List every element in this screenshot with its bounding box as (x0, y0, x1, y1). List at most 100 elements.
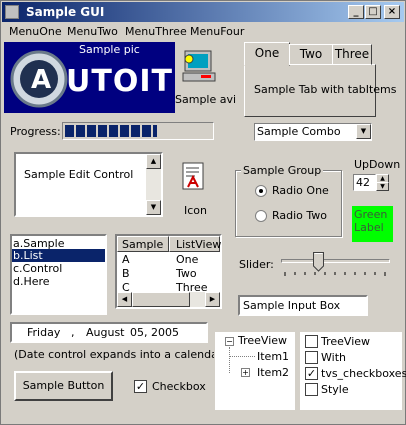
listview-scroll-thumb[interactable] (132, 292, 190, 307)
radio-two-label[interactable]: Radio Two (272, 209, 327, 222)
listview-scroll-right[interactable]: ▶ (205, 292, 220, 307)
date-control[interactable]: Friday , August 05, 2005 (10, 322, 208, 343)
green-label: Green Label (352, 206, 393, 242)
menu-two[interactable]: MenuTwo (67, 25, 118, 38)
combo-value: Sample Combo (257, 125, 341, 138)
listview-cell[interactable]: One (176, 253, 198, 266)
autoit-logo-text: UTOIT (66, 64, 173, 99)
tab-two-label: Two (299, 47, 323, 61)
checkbox-label[interactable]: Checkbox (152, 380, 206, 393)
listview-cell[interactable]: B (122, 267, 130, 280)
tree-checkbox-label[interactable]: With (321, 351, 346, 364)
radio-one-label[interactable]: Radio One (272, 184, 329, 197)
listview-hscrollbar[interactable]: ◀ ▶ (117, 292, 220, 307)
edit-scrollbar[interactable]: ▲ ▼ (146, 154, 161, 215)
window-title: Sample GUI (26, 5, 105, 19)
slider-thumb[interactable] (313, 252, 324, 272)
sample-list[interactable]: a.Sample b.List c.Control d.Here (10, 234, 107, 315)
updown-field[interactable]: 42 (353, 174, 376, 191)
checkbox-treeview[interactable]: TreeView With ✓ tvs_checkboxes Style (299, 331, 406, 411)
combo-dropdown-arrow[interactable]: ▼ (356, 124, 371, 139)
sample-input-box[interactable]: Sample Input Box (238, 295, 368, 316)
document-icon (182, 162, 204, 190)
edit-text: Sample Edit Control (24, 168, 134, 181)
date-month[interactable]: August (86, 326, 125, 339)
tab-three-label: Three (334, 47, 370, 61)
progress-fill (65, 125, 157, 137)
sample-listview[interactable]: Sample ListView A One B Two C Three ◀ ▶ (115, 234, 222, 309)
progress-bar (62, 122, 214, 140)
slider-track[interactable] (281, 259, 390, 263)
menu-bar: MenuOne MenuTwo MenuThree MenuFour (2, 23, 404, 41)
tab-panel: Sample Tab with tabItems (244, 64, 397, 117)
tab-one-label: One (254, 46, 280, 60)
sample-treeview[interactable]: − TreeView Item1 + Item2 (214, 331, 296, 411)
sample-button-label: Sample Button (22, 379, 105, 392)
tree-item[interactable]: Item1 (257, 350, 289, 363)
list-item[interactable]: d.Here (13, 275, 50, 288)
tab-two[interactable]: Two (289, 44, 333, 65)
menu-four[interactable]: MenuFour (190, 25, 244, 38)
slider-label: Slider: (239, 258, 274, 271)
date-note: (Date control expands into a calendar) (14, 348, 227, 361)
close-button[interactable]: × (384, 5, 400, 19)
listview-header-sample-label: Sample (122, 238, 164, 251)
input-value: Sample Input Box (243, 299, 341, 312)
autoit-logo-letter: A (31, 65, 52, 95)
sample-avi-label: Sample avi (175, 93, 237, 106)
listview-header-listview-label: ListView (176, 238, 222, 251)
tree-checkbox[interactable] (305, 351, 318, 364)
sample-edit-control[interactable]: Sample Edit Control ▲ ▼ (14, 152, 163, 217)
radio-two[interactable] (255, 210, 267, 222)
tree-checkbox[interactable] (305, 335, 318, 348)
computer-icon (182, 50, 216, 82)
icon-label: Icon (184, 204, 207, 217)
checkbox[interactable]: ✓ (134, 380, 147, 393)
tree-root[interactable]: TreeView (238, 334, 287, 347)
maximize-button[interactable]: □ (365, 5, 381, 19)
list-item[interactable]: c.Control (13, 262, 62, 275)
edit-scroll-down[interactable]: ▼ (146, 200, 161, 215)
tree-checkbox-label[interactable]: Style (321, 383, 349, 396)
sample-group (235, 170, 342, 237)
updown-down-arrow[interactable]: ▼ (376, 182, 389, 191)
menu-three[interactable]: MenuThree (125, 25, 187, 38)
listview-header-listview[interactable]: ListView (169, 236, 222, 252)
progress-label: Progress: (10, 125, 61, 138)
tab-one[interactable]: One (244, 42, 290, 66)
tree-checkbox-label[interactable]: tvs_checkboxes (321, 367, 406, 380)
tree-item[interactable]: Item2 (257, 366, 289, 379)
group-title: Sample Group (241, 164, 324, 177)
updown-label: UpDown (354, 158, 401, 171)
updown-spinner[interactable]: ▲ ▼ (376, 174, 389, 191)
tree-collapse-icon[interactable]: − (225, 337, 234, 346)
title-bar[interactable]: Sample GUI _ □ × (2, 2, 404, 22)
sample-combo[interactable]: Sample Combo ▼ (254, 123, 372, 141)
tree-line (230, 356, 255, 357)
tab-three[interactable]: Three (332, 44, 372, 65)
sample-pic: Sample pic A UTOIT (4, 42, 175, 113)
tree-expand-icon[interactable]: + (241, 368, 250, 377)
tab-content-text: Sample Tab with tabItems (254, 83, 397, 96)
tree-checkbox[interactable]: ✓ (305, 367, 318, 380)
slider-ticks (284, 272, 386, 276)
tree-checkbox[interactable] (305, 383, 318, 396)
radio-one[interactable] (255, 185, 267, 197)
edit-scroll-up[interactable]: ▲ (146, 154, 161, 169)
tree-checkbox-label[interactable]: TreeView (321, 335, 370, 348)
date-day[interactable]: Friday (27, 326, 60, 339)
date-value[interactable]: 05, 2005 (130, 326, 179, 339)
date-separator: , (71, 326, 75, 339)
listview-cell[interactable]: A (122, 253, 130, 266)
menu-one[interactable]: MenuOne (9, 25, 62, 38)
main-window: Sample GUI _ □ × MenuOne MenuTwo MenuThr… (0, 0, 406, 425)
app-icon (5, 5, 19, 19)
list-item-selected[interactable]: b.List (12, 249, 105, 262)
updown-value: 42 (356, 176, 370, 189)
minimize-button[interactable]: _ (348, 5, 364, 19)
listview-cell[interactable]: Two (176, 267, 197, 280)
sample-button[interactable]: Sample Button (14, 371, 113, 401)
tree-line (229, 347, 230, 373)
listview-header-sample[interactable]: Sample (117, 236, 169, 252)
listview-scroll-left[interactable]: ◀ (117, 292, 132, 307)
